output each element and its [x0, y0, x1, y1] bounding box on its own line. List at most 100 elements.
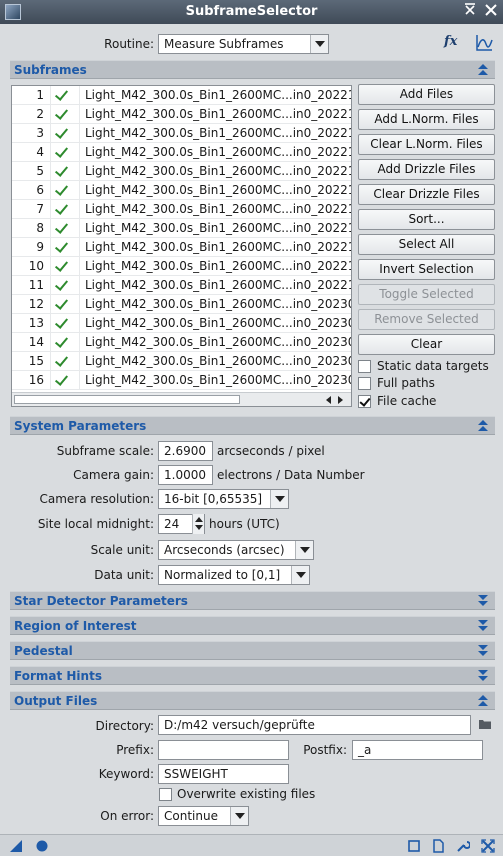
- site-midnight-spinner[interactable]: [192, 514, 204, 534]
- collapse-icon[interactable]: [477, 419, 489, 433]
- section-star-detector[interactable]: Star Detector Parameters: [10, 591, 495, 610]
- browse-documentation-icon[interactable]: [407, 839, 421, 853]
- row-index: 4: [36, 145, 44, 159]
- shade-window-icon[interactable]: [462, 3, 478, 19]
- collapse-icon[interactable]: [477, 63, 489, 77]
- check-icon[interactable]: [56, 355, 70, 367]
- add-files-button[interactable]: Add Files: [358, 84, 495, 105]
- keyword-input[interactable]: SSWEIGHT: [158, 764, 289, 784]
- scroll-left-icon[interactable]: [326, 396, 331, 404]
- list-item[interactable]: 12 Light_M42_300.0s_Bin1_2600MC...in0_202…: [12, 295, 351, 314]
- invert-selection-button[interactable]: Invert Selection: [358, 259, 495, 280]
- list-item[interactable]: 7 Light_M42_300.0s_Bin1_2600MC...in0_2022…: [12, 200, 351, 219]
- chevron-down-icon: [230, 807, 248, 825]
- static-data-targets-checkbox[interactable]: [358, 360, 371, 373]
- full-paths-checkbox[interactable]: [358, 377, 371, 390]
- add-drizzle-files-button[interactable]: Add Drizzle Files: [358, 159, 495, 180]
- file-name: Light_M42_300.0s_Bin1_2600MC...in0_20221…: [85, 145, 352, 159]
- section-pedestal[interactable]: Pedestal: [10, 641, 495, 660]
- horizontal-scrollbar[interactable]: [12, 392, 351, 406]
- check-icon[interactable]: [56, 279, 70, 291]
- remove-selected-button[interactable]: Remove Selected: [358, 309, 495, 330]
- subframes-list[interactable]: 1 Light_M42_300.0s_Bin1_2600MC...in0_2022…: [11, 85, 352, 407]
- collapse-icon[interactable]: [477, 694, 489, 708]
- check-icon[interactable]: [56, 203, 70, 215]
- section-subframes[interactable]: Subframes: [10, 60, 495, 79]
- expand-icon[interactable]: [477, 644, 489, 658]
- new-instance-icon[interactable]: [9, 839, 23, 853]
- check-icon[interactable]: [56, 89, 70, 101]
- check-icon[interactable]: [56, 165, 70, 177]
- list-item[interactable]: 3 Light_M42_300.0s_Bin1_2600MC...in0_2022…: [12, 124, 351, 143]
- row-index: 16: [28, 373, 44, 387]
- column-divider: [79, 257, 80, 276]
- list-item[interactable]: 1 Light_M42_300.0s_Bin1_2600MC...in0_2022…: [12, 86, 351, 105]
- select-all-button[interactable]: Select All: [358, 234, 495, 255]
- add-lnorm-files-button[interactable]: Add L.Norm. Files: [358, 109, 495, 130]
- subframe-scale-input[interactable]: 2.6900: [158, 441, 213, 461]
- sort-button[interactable]: Sort...: [358, 209, 495, 230]
- list-item[interactable]: 15 Light_M42_300.0s_Bin1_2600MC...in0_202…: [12, 352, 351, 371]
- camera-gain-unit: electrons / Data Number: [217, 468, 365, 482]
- section-format-hints[interactable]: Format Hints: [10, 666, 495, 685]
- list-item[interactable]: 6 Light_M42_300.0s_Bin1_2600MC...in0_2022…: [12, 181, 351, 200]
- list-item[interactable]: 4 Light_M42_300.0s_Bin1_2600MC...in0_2022…: [12, 143, 351, 162]
- document-icon[interactable]: [431, 839, 445, 853]
- check-icon[interactable]: [56, 298, 70, 310]
- file-cache-checkbox[interactable]: [358, 395, 371, 408]
- list-item[interactable]: 16 Light_M42_300.0s_Bin1_2600MC...in0_202…: [12, 371, 351, 390]
- scrollbar-thumb[interactable]: [14, 395, 240, 404]
- wrench-icon[interactable]: [456, 839, 471, 853]
- on-error-combo[interactable]: Continue: [158, 806, 249, 826]
- check-icon[interactable]: [56, 222, 70, 234]
- list-item[interactable]: 9 Light_M42_300.0s_Bin1_2600MC...in0_2022…: [12, 238, 351, 257]
- check-icon[interactable]: [56, 374, 70, 386]
- close-icon[interactable]: [483, 3, 499, 19]
- list-item[interactable]: 13 Light_M42_300.0s_Bin1_2600MC...in0_202…: [12, 314, 351, 333]
- postfix-input[interactable]: _a: [352, 740, 483, 760]
- section-system-parameters[interactable]: System Parameters: [10, 416, 495, 435]
- list-item[interactable]: 11 Light_M42_300.0s_Bin1_2600MC...in0_202…: [12, 276, 351, 295]
- section-title: Pedestal: [14, 644, 73, 658]
- camera-gain-input[interactable]: 1.0000: [158, 465, 213, 485]
- directory-input[interactable]: D:/m42 versuch/geprüfte: [158, 715, 471, 735]
- check-icon[interactable]: [56, 260, 70, 272]
- on-error-label: On error:: [100, 809, 154, 823]
- list-item[interactable]: 8 Light_M42_300.0s_Bin1_2600MC...in0_2022…: [12, 219, 351, 238]
- check-icon[interactable]: [56, 146, 70, 158]
- clear-drizzle-files-button[interactable]: Clear Drizzle Files: [358, 184, 495, 205]
- check-icon[interactable]: [56, 108, 70, 120]
- apply-global-icon[interactable]: [35, 839, 49, 853]
- overwrite-checkbox[interactable]: [159, 788, 172, 801]
- section-output-files[interactable]: Output Files: [10, 691, 495, 710]
- prefix-input[interactable]: [158, 740, 289, 760]
- data-unit-combo[interactable]: Normalized to [0,1]: [158, 565, 310, 585]
- clear-button[interactable]: Clear: [358, 334, 495, 355]
- toggle-selected-button[interactable]: Toggle Selected: [358, 284, 495, 305]
- list-item[interactable]: 14 Light_M42_300.0s_Bin1_2600MC...in0_202…: [12, 333, 351, 352]
- routine-combo[interactable]: Measure Subframes: [158, 34, 329, 54]
- clear-lnorm-files-button[interactable]: Clear L.Norm. Files: [358, 134, 495, 155]
- fx-icon[interactable]: fx: [444, 34, 462, 52]
- column-divider: [79, 295, 80, 314]
- check-icon[interactable]: [56, 184, 70, 196]
- camera-resolution-combo[interactable]: 16-bit [0,65535]: [158, 489, 289, 509]
- expand-icon[interactable]: [477, 594, 489, 608]
- folder-icon[interactable]: [478, 718, 492, 730]
- check-icon[interactable]: [56, 127, 70, 139]
- data-unit-label: Data unit:: [94, 568, 154, 582]
- reset-icon[interactable]: [481, 839, 495, 853]
- expand-icon[interactable]: [477, 669, 489, 683]
- check-icon[interactable]: [56, 336, 70, 348]
- list-item[interactable]: 10 Light_M42_300.0s_Bin1_2600MC...in0_202…: [12, 257, 351, 276]
- check-icon[interactable]: [56, 317, 70, 329]
- graph-icon[interactable]: [475, 34, 493, 52]
- check-icon[interactable]: [56, 241, 70, 253]
- list-item[interactable]: 5 Light_M42_300.0s_Bin1_2600MC...in0_2022…: [12, 162, 351, 181]
- scale-unit-combo[interactable]: Arcseconds (arcsec): [158, 540, 314, 560]
- scroll-right-icon[interactable]: [338, 396, 343, 404]
- section-region-of-interest[interactable]: Region of Interest: [10, 616, 495, 635]
- expand-icon[interactable]: [477, 619, 489, 633]
- section-title: Star Detector Parameters: [14, 594, 188, 608]
- list-item[interactable]: 2 Light_M42_300.0s_Bin1_2600MC...in0_2022…: [12, 105, 351, 124]
